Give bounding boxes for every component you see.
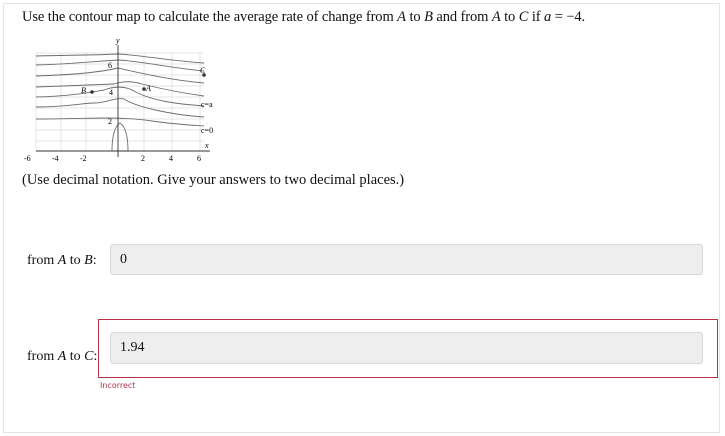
contour-map: y x 6 4 2 c=a c=0 B A C -6 -4 -2 2 4 6 — [24, 36, 213, 163]
point-a-label: A — [145, 84, 151, 93]
x-axis-label: x — [204, 141, 209, 150]
y-axis-label: y — [115, 36, 120, 45]
point-b-label: B — [81, 86, 86, 95]
x-tick-4: 4 — [169, 154, 173, 163]
x-tick-2: 2 — [141, 154, 145, 163]
x-tick-neg4: -4 — [52, 154, 59, 163]
ab-answer-value: 0 — [120, 252, 127, 267]
contour-label-6: 6 — [108, 61, 112, 70]
ab-label: from A to B: — [27, 253, 97, 268]
contour-label-4: 4 — [109, 88, 113, 97]
instructions-text: (Use decimal notation. Give your answers… — [22, 172, 405, 188]
ac-answer-input[interactable]: 1.94 — [110, 332, 703, 364]
ab-answer-input[interactable]: 0 — [110, 244, 703, 275]
point-c-label: C — [200, 66, 206, 75]
contour-label-2: 2 — [108, 117, 112, 126]
plot-axes — [36, 45, 210, 157]
level-label-a: c=a — [201, 100, 213, 109]
x-tick-neg2: -2 — [80, 154, 87, 163]
ac-label: from A to C: — [27, 349, 98, 364]
x-tick-neg6: -6 — [24, 154, 31, 163]
level-label-0: c=0 — [201, 126, 213, 135]
ac-feedback: Incorrect — [100, 381, 136, 390]
x-tick-6: 6 — [197, 154, 201, 163]
point-b-marker — [90, 90, 94, 94]
question-text: Use the contour map to calculate the ave… — [22, 9, 586, 25]
ac-answer-value: 1.94 — [120, 340, 145, 355]
